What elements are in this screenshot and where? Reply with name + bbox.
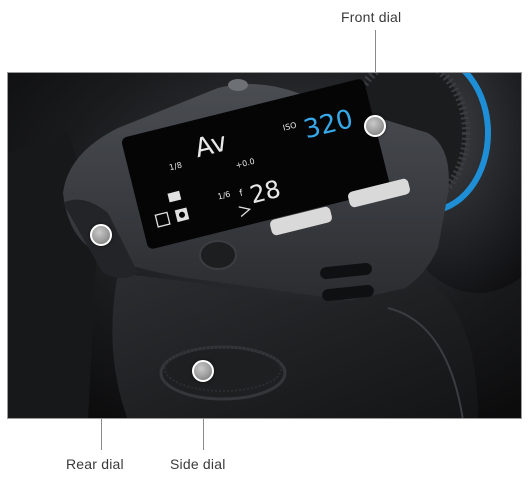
front-dial-label: Front dial: [341, 9, 402, 25]
small-indicator: [228, 79, 248, 91]
camera-photo: Av 320 ISO f 28 1/8 +0.0 1/6: [7, 72, 522, 419]
round-button: [199, 240, 237, 270]
side-dial-label: Side dial: [170, 456, 226, 472]
rear-dial-label: Rear dial: [66, 456, 124, 472]
rear-dial-marker: [90, 224, 112, 246]
camera-illustration: Av 320 ISO f 28 1/8 +0.0 1/6: [8, 73, 521, 418]
front-dial-marker: [364, 115, 386, 137]
side-dial-marker: [192, 360, 214, 382]
